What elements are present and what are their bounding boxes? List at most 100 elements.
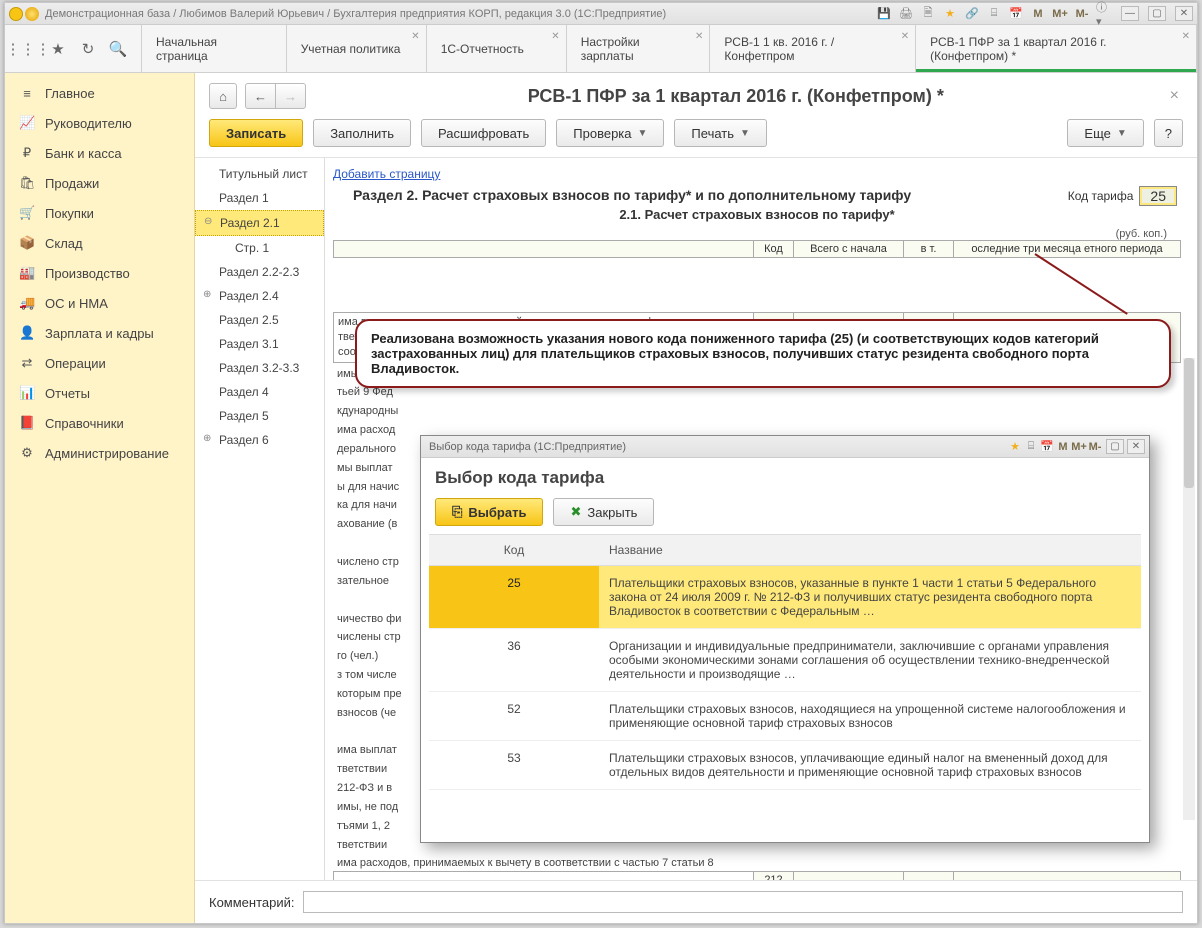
nav-item[interactable]: 📦Склад [5, 228, 194, 258]
history-icon[interactable]: ↻ [79, 40, 97, 58]
tariff-row[interactable]: 36Организации и индивидуальные предприни… [429, 629, 1141, 692]
tab[interactable]: Учетная политика✕ [287, 25, 427, 72]
add-page-link[interactable]: Добавить страницу [333, 167, 440, 181]
tab[interactable]: 1С-Отчетность✕ [427, 25, 567, 72]
nav-item[interactable]: 📈Руководителю [5, 108, 194, 138]
window-title: Демонстрационная база / Любимов Валерий … [45, 8, 876, 20]
left-nav: ≡Главное📈Руководителю₽Банк и касса🛍Прода… [5, 73, 195, 923]
expand-icon[interactable]: ⊖ [204, 216, 212, 227]
col-code[interactable]: Код [429, 535, 599, 566]
app-orb-icon[interactable] [25, 7, 39, 21]
tab-close-icon[interactable]: ✕ [551, 31, 559, 42]
nav-item[interactable]: 📕Справочники [5, 408, 194, 438]
tab-close-icon[interactable]: ✕ [1182, 31, 1190, 42]
dialog-m-minus[interactable]: M- [1087, 439, 1103, 455]
nav-back-button[interactable]: ← [245, 83, 276, 109]
search-icon[interactable]: 🔍 [109, 40, 127, 58]
section-tree: Титульный листРаздел 1⊖Раздел 2.1Стр. 1Р… [195, 158, 325, 880]
tariff-row[interactable]: 53Плательщики страховых взносов, уплачив… [429, 741, 1141, 790]
print-button[interactable]: Печать▼ [674, 119, 767, 147]
page-close-button[interactable]: × [1166, 87, 1183, 105]
section-item[interactable]: Титульный лист [195, 162, 324, 186]
titlebar-doc-icon[interactable]: 🗎 [920, 6, 936, 22]
nav-forward-button[interactable]: → [276, 83, 306, 109]
window-maximize-button[interactable]: ▢ [1148, 6, 1166, 21]
more-button[interactable]: Еще▼ [1067, 119, 1143, 147]
tariff-table[interactable]: Код Название 25Плательщики страховых взн… [429, 535, 1141, 790]
section-item[interactable]: Раздел 4 [195, 380, 324, 404]
nav-item[interactable]: 👤Зарплата и кадры [5, 318, 194, 348]
section-item[interactable]: Раздел 3.1 [195, 332, 324, 356]
dialog-close-text-button[interactable]: ✖Закрыть [553, 498, 654, 526]
dialog-m-plus[interactable]: M+ [1071, 439, 1087, 455]
section-item[interactable]: Раздел 5 [195, 404, 324, 428]
nav-icon: 🚚 [19, 295, 35, 311]
nav-item[interactable]: 🛍Продажи [5, 168, 194, 198]
section-item[interactable]: Раздел 2.5 [195, 308, 324, 332]
nav-item[interactable]: ≡Главное [5, 79, 194, 108]
section-item[interactable]: ⊖Раздел 2.1 [195, 210, 324, 236]
tariff-code-label: Код тарифа [1068, 189, 1134, 203]
dialog-window-title: Выбор кода тарифа (1С:Предприятие) [429, 441, 626, 453]
section-item[interactable]: Раздел 2.2-2.3 [195, 260, 324, 284]
tab-close-icon[interactable]: ✕ [901, 31, 909, 42]
col-name[interactable]: Название [599, 535, 1141, 566]
favorite-star-icon[interactable]: ★ [49, 40, 67, 58]
section-item[interactable]: Стр. 1 [195, 236, 324, 260]
nav-item[interactable]: 🏭Производство [5, 258, 194, 288]
nav-icon: ⚙ [19, 445, 35, 461]
home-button[interactable]: ⌂ [209, 83, 237, 109]
help-button[interactable]: ? [1154, 119, 1183, 147]
window-close-button[interactable]: ✕ [1175, 6, 1193, 21]
titlebar-calendar-icon[interactable]: 📅 [1008, 6, 1024, 22]
tab[interactable]: РСВ-1 1 кв. 2016 г. / Конфетпром✕ [710, 25, 916, 72]
tariff-row[interactable]: 25Плательщики страховых взносов, указанн… [429, 566, 1141, 629]
nav-item[interactable]: ₽Банк и касса [5, 138, 194, 168]
tab[interactable]: РСВ-1 ПФР за 1 квартал 2016 г. (Конфетпр… [916, 25, 1197, 72]
tab-close-icon[interactable]: ✕ [411, 31, 419, 42]
nav-item[interactable]: 📊Отчеты [5, 378, 194, 408]
quick-bar: ⋮⋮⋮ ★ ↻ 🔍 [5, 25, 142, 72]
apps-grid-icon[interactable]: ⋮⋮⋮ [19, 40, 37, 58]
dialog-close-button[interactable]: ✕ [1127, 439, 1145, 454]
dialog-calc-icon[interactable]: ⌸ [1023, 439, 1039, 455]
titlebar-m-minus[interactable]: M- [1074, 6, 1090, 22]
vertical-scrollbar[interactable] [1183, 358, 1195, 820]
decode-button[interactable]: Расшифровать [421, 119, 546, 147]
expand-icon[interactable]: ⊕ [203, 289, 211, 300]
titlebar-m[interactable]: M [1030, 6, 1046, 22]
save-button[interactable]: Записать [209, 119, 303, 147]
tab[interactable]: Начальная страница [142, 25, 287, 72]
dialog-calendar-icon[interactable]: 📅 [1039, 439, 1055, 455]
nav-item[interactable]: ⇄Операции [5, 348, 194, 378]
section-item[interactable]: ⊕Раздел 6 [195, 428, 324, 452]
section-item[interactable]: Раздел 3.2-3.3 [195, 356, 324, 380]
titlebar-print-icon[interactable]: 🖨 [898, 6, 914, 22]
nav-item[interactable]: 🛒Покупки [5, 198, 194, 228]
titlebar-info-icon[interactable]: ⓘ ▾ [1096, 6, 1112, 22]
nav-item[interactable]: ⚙Администрирование [5, 438, 194, 468]
titlebar-m-plus[interactable]: M+ [1052, 6, 1068, 22]
section-item[interactable]: Раздел 1 [195, 186, 324, 210]
titlebar-calc-icon[interactable]: ⌸ [986, 6, 1002, 22]
titlebar-disk-icon[interactable]: 💾 [876, 6, 892, 22]
tariff-row[interactable]: 52Плательщики страховых взносов, находящ… [429, 692, 1141, 741]
tab[interactable]: Настройки зарплаты✕ [567, 25, 711, 72]
comment-input[interactable] [303, 891, 1184, 913]
nav-icon: 📈 [19, 115, 35, 131]
fill-button[interactable]: Заполнить [313, 119, 411, 147]
dialog-star-icon[interactable]: ★ [1007, 439, 1023, 455]
nav-item[interactable]: 🚚ОС и НМА [5, 288, 194, 318]
tab-close-icon[interactable]: ✕ [695, 31, 703, 42]
dialog-m[interactable]: M [1055, 439, 1071, 455]
check-button[interactable]: Проверка▼ [556, 119, 664, 147]
section-item[interactable]: ⊕Раздел 2.4 [195, 284, 324, 308]
titlebar-star-icon[interactable]: ★ [942, 6, 958, 22]
tariff-code-input[interactable]: 25 [1139, 186, 1177, 206]
titlebar-link-icon[interactable]: 🔗 [964, 6, 980, 22]
dialog-select-button[interactable]: ⎘Выбрать [435, 498, 543, 526]
tariff-code-dialog: Выбор кода тарифа (1С:Предприятие) ★ ⌸ 📅… [420, 435, 1150, 843]
dialog-maximize-button[interactable]: ▢ [1106, 439, 1124, 454]
window-minimize-button[interactable]: — [1121, 6, 1139, 21]
expand-icon[interactable]: ⊕ [203, 433, 211, 444]
